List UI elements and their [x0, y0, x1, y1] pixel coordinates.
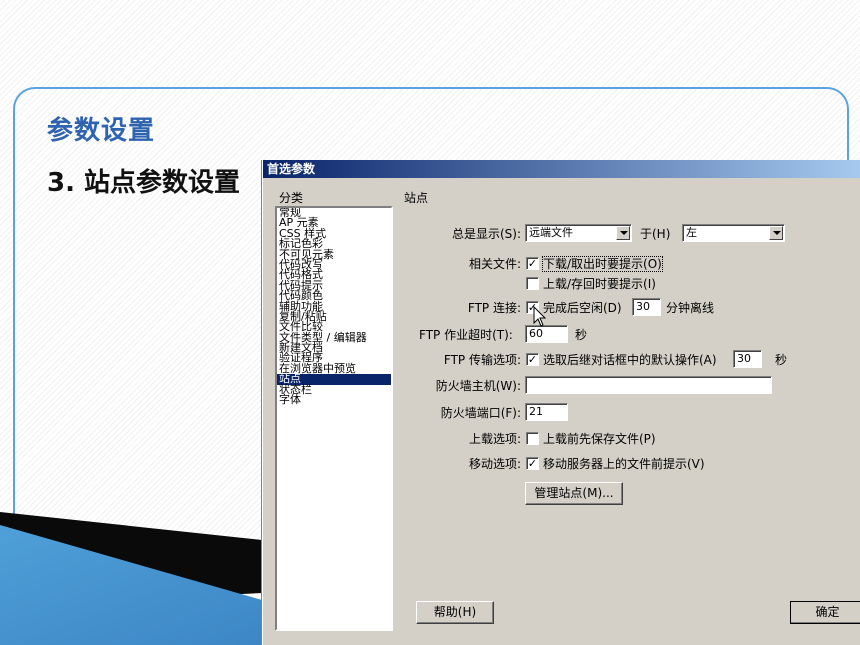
- default-action-label[interactable]: 选取后继对话框中的默认操作(A): [543, 353, 717, 367]
- default-action-checkbox[interactable]: ✓: [526, 353, 539, 366]
- download-prompt-checkbox[interactable]: ✓: [526, 257, 539, 270]
- transfer-seconds-input[interactable]: 30: [733, 350, 762, 368]
- category-list[interactable]: 常规 AP 元素 CSS 样式 标记色彩 不可见元素 代码改写 代码格式 代码提示 代码颜色 辅助…: [275, 206, 393, 631]
- firewall-port-label: 防火墙端口(F):: [440, 406, 521, 420]
- firewall-host-input[interactable]: [525, 376, 772, 394]
- download-prompt-label[interactable]: 下载/取出时要提示(O): [542, 256, 663, 272]
- always-show-value: 远端文件: [529, 226, 573, 239]
- transfer-seconds-unit: 秒: [775, 353, 788, 367]
- save-before-upload-label[interactable]: 上载前先保存文件(P): [543, 432, 656, 446]
- save-before-upload-checkbox[interactable]: [526, 432, 539, 445]
- dialog-titlebar[interactable]: 首选参数: [263, 160, 860, 178]
- idle-minutes-input[interactable]: 30: [632, 298, 661, 316]
- move-prompt-checkbox[interactable]: ✓: [526, 457, 539, 470]
- slide-subheading: 3. 站点参数设置: [47, 168, 241, 198]
- upload-prompt-checkbox[interactable]: [526, 277, 539, 290]
- move-options-label: 移动选项:: [468, 457, 521, 471]
- side-select[interactable]: 左: [682, 224, 785, 242]
- manage-sites-button[interactable]: 管理站点(M)...: [525, 482, 623, 505]
- upload-prompt-label[interactable]: 上载/存回时要提示(I): [543, 277, 656, 291]
- firewall-host-label: 防火墙主机(W):: [435, 379, 521, 393]
- category-item[interactable]: 字体: [277, 394, 391, 405]
- ftp-connection-label: FTP 连接:: [467, 301, 521, 315]
- always-show-label: 总是显示(S):: [451, 227, 521, 241]
- upload-options-label: 上载选项:: [468, 432, 521, 446]
- slide-heading: 参数设置: [47, 116, 156, 146]
- firewall-port-input[interactable]: 21: [525, 403, 568, 421]
- mouse-pointer-icon: [533, 306, 547, 327]
- category-label: 分类: [279, 191, 304, 205]
- ftp-timeout-label: FTP 作业超时(T):: [419, 328, 513, 342]
- idle-minutes-suffix: 分钟离线: [666, 301, 715, 315]
- side-value: 左: [686, 226, 697, 239]
- ftp-transfer-label: FTP 传输选项:: [443, 353, 521, 367]
- move-prompt-label[interactable]: 移动服务器上的文件前提示(V): [543, 457, 705, 471]
- chevron-down-icon[interactable]: [769, 226, 783, 240]
- chevron-down-icon[interactable]: [616, 226, 630, 240]
- idle-disconnect-label[interactable]: 完成后空闲(D): [543, 301, 622, 315]
- help-button[interactable]: 帮助(H): [416, 601, 494, 624]
- on-side-label: 于(H): [640, 227, 671, 241]
- panel-title: 站点: [404, 191, 429, 205]
- ok-button[interactable]: 确定: [790, 601, 860, 624]
- ftp-timeout-unit: 秒: [575, 328, 588, 342]
- preferences-dialog: 首选参数 分类 常规 AP 元素 CSS 样式 标记色彩 不可见元素 代码改写 代码格式 代码…: [262, 160, 860, 645]
- always-show-select[interactable]: 远端文件: [525, 224, 632, 242]
- related-files-label: 相关文件:: [468, 257, 521, 271]
